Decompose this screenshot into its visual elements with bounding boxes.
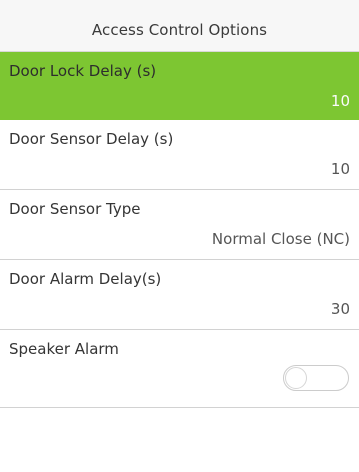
setting-row-door-lock-delay[interactable]: Door Lock Delay (s) 10 bbox=[0, 52, 359, 120]
setting-label: Door Lock Delay (s) bbox=[9, 62, 157, 80]
setting-label: Door Alarm Delay(s) bbox=[9, 270, 162, 288]
setting-row-door-sensor-delay[interactable]: Door Sensor Delay (s) 10 bbox=[0, 120, 359, 190]
setting-label: Speaker Alarm bbox=[9, 340, 119, 358]
access-control-options-screen: Access Control Options Door Lock Delay (… bbox=[0, 0, 359, 472]
setting-row-door-sensor-type[interactable]: Door Sensor Type Normal Close (NC) bbox=[0, 190, 359, 260]
setting-row-door-alarm-delay[interactable]: Door Alarm Delay(s) 30 bbox=[0, 260, 359, 330]
setting-row-speaker-alarm[interactable]: Speaker Alarm bbox=[0, 330, 359, 408]
setting-value: Normal Close (NC) bbox=[211, 230, 350, 248]
page-title: Access Control Options bbox=[91, 21, 268, 39]
setting-label: Door Sensor Delay (s) bbox=[9, 130, 174, 148]
setting-value: 10 bbox=[330, 160, 350, 178]
speaker-alarm-toggle[interactable] bbox=[283, 365, 349, 391]
setting-value: 30 bbox=[330, 300, 350, 318]
header-bar: Access Control Options bbox=[0, 0, 359, 52]
setting-value: 10 bbox=[330, 92, 350, 110]
toggle-knob bbox=[285, 367, 307, 389]
setting-label: Door Sensor Type bbox=[9, 200, 141, 218]
